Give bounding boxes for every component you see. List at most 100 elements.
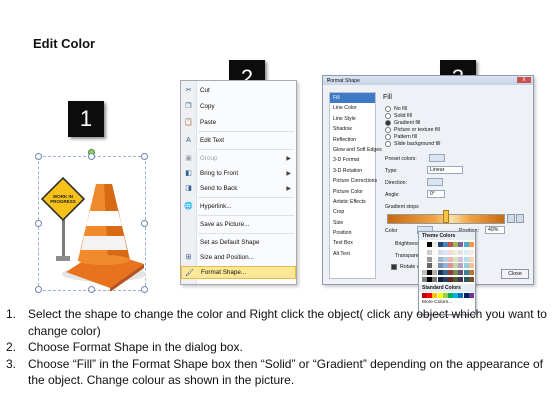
submenu-arrow-icon: ▶ — [286, 185, 291, 192]
color-swatch[interactable] — [468, 263, 474, 269]
edit-text-icon: A — [186, 136, 191, 144]
position-input[interactable]: 49% — [485, 226, 505, 234]
radio-solid-fill[interactable]: Solid fill — [385, 113, 412, 119]
radio-no-fill[interactable]: No fill — [385, 106, 407, 112]
cone-with-sign-illustration — [40, 176, 146, 291]
instruction-item: 1. Select the shape to change the color a… — [6, 307, 547, 338]
send-back-icon: ◨ — [185, 185, 192, 192]
preset-colors-label: Preset colors: — [385, 156, 417, 162]
category-list: Fill Line Color Line Style Shadow Reflec… — [329, 92, 382, 279]
sign-text: WORK IN PROGRESS — [50, 194, 76, 204]
category-position[interactable]: Position — [330, 228, 375, 238]
category-glow[interactable]: Glow and Soft Edges — [330, 145, 382, 155]
close-icon[interactable]: X — [517, 77, 531, 83]
instructions-list: 1. Select the shape to change the color a… — [6, 306, 554, 389]
standard-colors-header: Standard Colors — [419, 284, 475, 292]
copy-icon: ❐ — [185, 103, 192, 110]
size-position-icon: ⊞ — [185, 254, 192, 261]
menu-item-edit-text[interactable]: A Edit Text — [181, 134, 296, 146]
resize-handle-left[interactable] — [35, 220, 42, 227]
resize-handle-top[interactable] — [88, 153, 95, 160]
hyperlink-icon: 🌐 — [184, 203, 193, 210]
more-colors-link[interactable]: More Colors... — [419, 299, 475, 306]
category-text-box[interactable]: Text Box — [330, 238, 375, 248]
resize-handle-bottom-left[interactable] — [35, 286, 42, 293]
add-stop-button[interactable] — [507, 214, 515, 223]
radio-slide-background-fill[interactable]: Slide background fill — [385, 141, 440, 147]
category-picture-color[interactable]: Picture Color — [330, 187, 375, 197]
color-label: Color — [385, 228, 398, 234]
gradient-stop[interactable] — [443, 210, 449, 223]
help-icon[interactable]: ? — [327, 78, 515, 84]
instruction-item: 3. Choose “Fill” in the Format Shape box … — [6, 356, 543, 388]
preset-colors-button[interactable] — [429, 154, 445, 162]
close-button[interactable]: Close — [501, 269, 529, 279]
menu-item-size-and-position[interactable]: ⊞ Size and Position... — [181, 251, 296, 263]
fill-header: Fill — [383, 94, 392, 101]
category-shadow[interactable]: Shadow — [330, 124, 375, 134]
brightness-label: Brightness — [395, 241, 420, 247]
menu-item-save-as-picture[interactable]: Save as Picture... — [181, 218, 296, 230]
category-reflection[interactable]: Reflection — [330, 135, 375, 145]
cut-icon: ✂ — [185, 87, 192, 94]
theme-colors-grid — [419, 240, 475, 284]
resize-handle-bottom-right[interactable] — [141, 286, 148, 293]
menu-item-set-default-shape[interactable]: Set as Default Shape — [181, 236, 296, 248]
theme-colors-header: Theme Colors — [419, 232, 475, 240]
rotate-with-shape-checkbox[interactable]: Rotate w — [391, 264, 420, 270]
page-title: Edit Color — [33, 36, 96, 51]
radio-pattern-fill[interactable]: Pattern fill — [385, 134, 417, 140]
group-icon: ▣ — [185, 155, 192, 162]
direction-button[interactable] — [427, 178, 443, 186]
step-1-badge: 1 — [68, 101, 104, 137]
category-artistic-effects[interactable]: Artistic Effects — [330, 197, 375, 207]
menu-item-paste[interactable]: 📋 Paste — [181, 116, 296, 128]
color-swatch[interactable] — [468, 293, 474, 298]
menu-item-bring-to-front[interactable]: ◧ Bring to Front ▶ — [181, 167, 296, 179]
type-select[interactable]: Linear — [427, 166, 463, 174]
paste-icon: 📋 — [184, 119, 193, 126]
color-swatch[interactable] — [468, 277, 474, 282]
format-shape-icon: 🖌 — [185, 269, 194, 277]
color-swatch[interactable] — [468, 242, 474, 247]
category-fill[interactable]: Fill — [330, 93, 375, 104]
color-palette-dropdown: Theme Colors Standard Colors More Colors… — [418, 231, 476, 315]
category-3d-rotation[interactable]: 3-D Rotation — [330, 166, 375, 176]
category-size[interactable]: Size — [330, 218, 375, 228]
angle-input[interactable]: 0° — [427, 190, 445, 198]
menu-item-hyperlink[interactable]: 🌐 Hyperlink... — [181, 200, 296, 212]
direction-label: Direction: — [385, 180, 407, 186]
angle-label: Angle: — [385, 192, 400, 198]
standard-colors-grid — [419, 292, 475, 299]
category-line-color[interactable]: Line Color — [330, 103, 375, 113]
category-crop[interactable]: Crop — [330, 207, 375, 217]
radio-gradient-fill[interactable]: Gradient fill — [385, 120, 420, 126]
instruction-item: 2. Choose Format Shape in the dialog box. — [6, 340, 243, 354]
category-3d-format[interactable]: 3-D Format — [330, 155, 375, 165]
submenu-arrow-icon: ▶ — [286, 170, 291, 177]
remove-stop-button[interactable] — [516, 214, 524, 223]
submenu-arrow-icon: ▶ — [286, 155, 291, 162]
resize-handle-top-left[interactable] — [35, 153, 42, 160]
resize-handle-right[interactable] — [141, 220, 148, 227]
menu-item-format-shape[interactable]: 🖌 Format Shape... — [181, 266, 296, 279]
color-swatch[interactable] — [468, 249, 474, 255]
context-menu: ✂ Cut ❐ Copy 📋 Paste A Edit Text ▣ Group ▶ ◧ Br… — [180, 80, 297, 285]
menu-item-group[interactable]: ▣ Group ▶ — [181, 152, 296, 164]
color-swatch[interactable] — [468, 256, 474, 262]
type-label: Type: — [385, 168, 398, 174]
resize-handle-top-right[interactable] — [141, 153, 148, 160]
color-swatch[interactable] — [468, 270, 474, 276]
resize-handle-bottom[interactable] — [88, 286, 95, 293]
category-picture-corrections[interactable]: Picture Corrections — [330, 176, 377, 186]
menu-item-cut[interactable]: ✂ Cut — [181, 84, 296, 96]
category-alt-text[interactable]: Alt Text — [330, 249, 375, 259]
dialog-title-bar[interactable]: Format Shape ? X — [323, 76, 533, 85]
menu-item-copy[interactable]: ❐ Copy — [181, 100, 296, 112]
gradient-stops-label: Gradient stops — [385, 204, 419, 210]
cone-shape-selection[interactable]: WORK IN PROGRESS — [35, 149, 148, 293]
category-line-style[interactable]: Line Style — [330, 114, 375, 124]
bring-front-icon: ◧ — [185, 170, 192, 177]
radio-picture-fill[interactable]: Picture or texture fill — [385, 127, 440, 133]
menu-item-send-to-back[interactable]: ◨ Send to Back ▶ — [181, 182, 296, 194]
